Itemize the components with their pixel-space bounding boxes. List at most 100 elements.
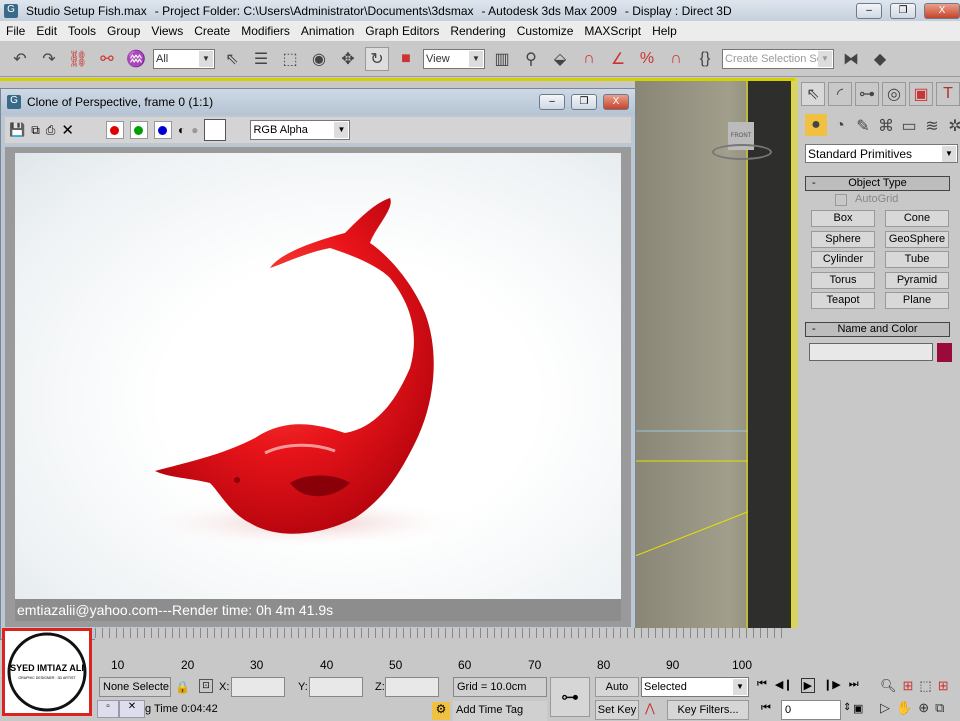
time-tag-icon[interactable]: ⚙ xyxy=(432,702,450,720)
blue-channel-toggle[interactable] xyxy=(153,121,172,139)
rectangular-region-icon[interactable]: ⬚ xyxy=(278,47,302,71)
red-channel-toggle[interactable] xyxy=(105,121,124,139)
create-tab-icon[interactable]: ⇖ xyxy=(801,82,825,106)
orbit-icon[interactable]: ⊕ xyxy=(918,700,929,716)
set-key-mode-button[interactable]: ⊶ xyxy=(550,677,590,717)
name-and-color-rollout[interactable]: - Name and Color xyxy=(805,322,950,337)
pyramid-button[interactable]: Pyramid xyxy=(885,272,949,289)
menu-create[interactable]: Create xyxy=(194,24,230,38)
minimize-button[interactable]: – xyxy=(856,2,882,19)
reference-coordinate-dropdown[interactable]: View xyxy=(423,48,485,69)
snaps-toggle-icon[interactable]: ∩ xyxy=(577,47,601,71)
menu-help[interactable]: Help xyxy=(652,24,677,38)
menu-edit[interactable]: Edit xyxy=(36,24,57,38)
zoom-extents-icon[interactable]: ⬚ xyxy=(919,678,931,694)
key-filters-button[interactable]: Key Filters... xyxy=(667,700,749,720)
menu-group[interactable]: Group xyxy=(107,24,140,38)
cameras-icon[interactable]: ⌘ xyxy=(876,114,896,138)
play-icon[interactable]: ▶ xyxy=(800,678,816,693)
unlink-icon[interactable]: ⚯ xyxy=(95,47,119,71)
display-tab-icon[interactable]: ▣ xyxy=(909,82,933,106)
systems-icon[interactable]: ✲ xyxy=(945,114,960,138)
select-by-name-icon[interactable]: ☰ xyxy=(249,47,273,71)
background-color-swatch[interactable] xyxy=(204,119,227,141)
go-to-end-icon[interactable]: ⏭ xyxy=(849,678,859,693)
menu-modifiers[interactable]: Modifiers xyxy=(241,24,290,38)
x-coordinate-input[interactable] xyxy=(231,677,285,697)
alpha-channel-icon[interactable]: ◐ xyxy=(178,123,185,137)
scale-icon[interactable]: ■ xyxy=(394,47,418,71)
geometry-icon[interactable]: ● xyxy=(805,114,827,136)
menu-animation[interactable]: Animation xyxy=(301,24,354,38)
manipulate-icon[interactable]: ⚲ xyxy=(519,47,543,71)
object-type-rollout[interactable]: - Object Type xyxy=(805,176,950,191)
add-time-tag-button[interactable]: Add Time Tag xyxy=(453,701,547,721)
cone-button[interactable]: Cone xyxy=(885,210,949,227)
zoom-icon[interactable]: 🔍︎ xyxy=(880,678,897,694)
spinner-snap-icon[interactable]: ∩ xyxy=(664,47,688,71)
key-tangent-icon[interactable]: ⋀ xyxy=(645,701,655,715)
absolute-mode-icon[interactable]: ⊡ xyxy=(199,679,213,693)
named-selection-dropdown[interactable]: Create Selection Set xyxy=(722,48,834,69)
pivot-center-icon[interactable]: ▥ xyxy=(490,47,514,71)
render-restore-button[interactable]: ❐ xyxy=(571,94,597,110)
lights-icon[interactable]: ✎ xyxy=(853,114,873,138)
align-icon[interactable]: ◆ xyxy=(868,47,892,71)
channel-dropdown[interactable]: RGB Alpha xyxy=(250,120,351,140)
percent-snap-icon[interactable]: % xyxy=(635,47,659,71)
menu-maxscript[interactable]: MAXScript xyxy=(584,24,641,38)
category-dropdown[interactable]: Standard Primitives xyxy=(805,144,958,163)
utilities-tab-icon[interactable]: T xyxy=(936,82,960,106)
plane-button[interactable]: Plane xyxy=(885,292,949,309)
z-coordinate-input[interactable] xyxy=(385,677,439,697)
previous-frame-icon[interactable]: ◀❙ xyxy=(775,678,793,693)
menu-rendering[interactable]: Rendering xyxy=(450,24,505,38)
render-minimize-button[interactable]: – xyxy=(539,94,565,110)
move-icon[interactable]: ✥ xyxy=(336,47,360,71)
undo-icon[interactable]: ↶ xyxy=(8,47,32,71)
autogrid-checkbox[interactable] xyxy=(835,194,847,206)
render-close-button[interactable]: X xyxy=(603,94,629,110)
viewcube[interactable]: FRONT xyxy=(712,122,772,162)
bind-space-warp-icon[interactable]: ♒ xyxy=(124,47,148,71)
mirror-icon[interactable]: ⧓ xyxy=(839,47,863,71)
cylinder-button[interactable]: Cylinder xyxy=(811,251,875,268)
window-crossing-icon[interactable]: ◉ xyxy=(307,47,331,71)
motion-tab-icon[interactable]: ◎ xyxy=(882,82,906,106)
keyboard-shortcut-override-icon[interactable]: ⬙ xyxy=(548,47,572,71)
field-of-view-icon[interactable]: ▷ xyxy=(880,700,890,716)
object-color-swatch[interactable] xyxy=(937,343,952,362)
save-icon[interactable]: 💾 xyxy=(9,122,25,138)
timeline-ruler[interactable] xyxy=(95,628,785,654)
hierarchy-tab-icon[interactable]: ⊶ xyxy=(855,82,879,106)
key-mode-dropdown[interactable]: Selected xyxy=(641,677,749,697)
monochrome-icon[interactable]: ● xyxy=(191,123,198,137)
key-mode-toggle-icon[interactable]: ⏮ xyxy=(761,702,771,715)
modify-tab-icon[interactable]: ◜ xyxy=(828,82,852,106)
menu-views[interactable]: Views xyxy=(151,24,183,38)
menu-tools[interactable]: Tools xyxy=(68,24,96,38)
frame-spinner[interactable]: ⇕ xyxy=(843,702,851,713)
auto-key-button[interactable]: Auto Key xyxy=(595,677,639,711)
space-warps-icon[interactable]: ≋ xyxy=(922,114,942,138)
torus-button[interactable]: Torus xyxy=(811,272,875,289)
clear-icon[interactable]: ✕ xyxy=(61,121,74,139)
timeline[interactable]: 10 20 30 40 50 60 70 80 90 100 xyxy=(95,628,795,672)
redo-icon[interactable]: ↷ xyxy=(37,47,61,71)
y-coordinate-input[interactable] xyxy=(309,677,363,697)
pan-icon[interactable]: ✋ xyxy=(896,700,912,716)
teapot-button[interactable]: Teapot xyxy=(811,292,875,309)
box-button[interactable]: Box xyxy=(811,210,875,227)
next-frame-icon[interactable]: ❙▶ xyxy=(823,678,841,693)
copy-icon[interactable]: ⧉ xyxy=(31,123,40,138)
sphere-button[interactable]: Sphere xyxy=(811,231,875,248)
set-key-button[interactable]: Set Key xyxy=(595,700,639,720)
angle-snap-icon[interactable]: ∠ xyxy=(606,47,630,71)
select-object-icon[interactable]: ⇖ xyxy=(220,47,244,71)
menu-customize[interactable]: Customize xyxy=(517,24,574,38)
maximize-viewport-icon[interactable]: ⧉ xyxy=(935,700,944,716)
edit-named-selection-icon[interactable]: {} xyxy=(693,47,717,71)
restore-button[interactable]: ❐ xyxy=(890,2,916,19)
rotate-icon[interactable]: ↻ xyxy=(365,46,389,71)
zoom-all-icon[interactable]: ⊞ xyxy=(903,678,914,694)
